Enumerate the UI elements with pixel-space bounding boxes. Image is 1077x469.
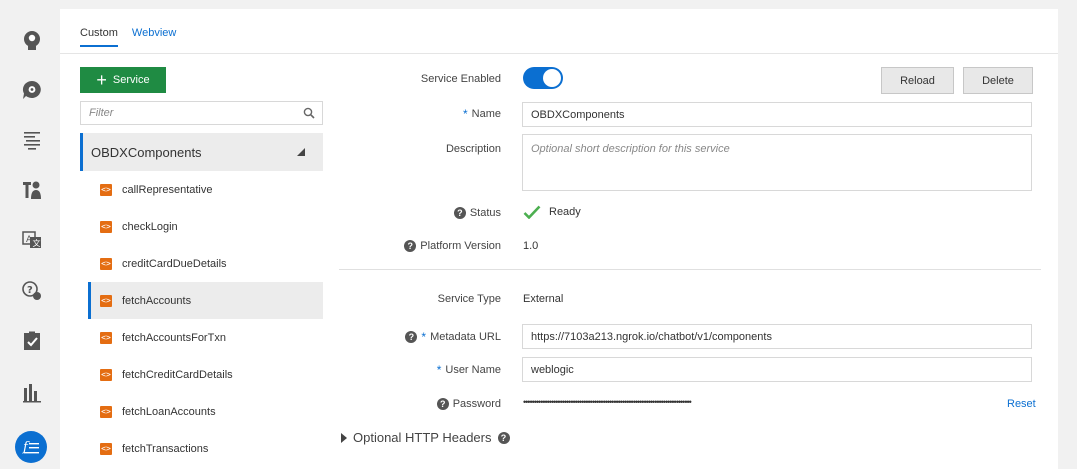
code-icon: <> [100, 220, 112, 233]
service-type-label: Service Type [438, 293, 501, 305]
search-icon[interactable] [303, 107, 315, 119]
status-value: Ready [523, 205, 581, 219]
optional-headers-label: Optional HTTP Headers [353, 430, 492, 445]
help-icon[interactable]: ? [436, 398, 449, 410]
tab-webview[interactable]: Webview [132, 27, 176, 47]
required-asterisk: * [436, 363, 442, 377]
platform-version-label-text: Platform Version [420, 240, 501, 252]
list-item[interactable]: <> fetchLoanAccounts [88, 393, 323, 430]
name-label-text: Name [471, 108, 501, 120]
optional-headers-toggle[interactable]: Optional HTTP Headers ? [341, 430, 510, 445]
password-mask: ••••••••••••••••••••••••••••••••••••••••… [523, 397, 692, 407]
user-name-label-text: User Name [445, 364, 501, 376]
tab-custom[interactable]: Custom [80, 27, 118, 47]
service-type-label-text: Service Type [437, 293, 501, 305]
expand-caret-icon [341, 432, 347, 443]
description-label-text: Description [445, 143, 501, 155]
robot-head-icon[interactable] [20, 28, 44, 52]
component-name: fetchCreditCardDetails [122, 368, 233, 381]
list-item-selected[interactable]: <> fetchAccounts [88, 282, 323, 319]
name-field[interactable] [522, 102, 1032, 127]
reload-button[interactable]: Reload [881, 67, 954, 94]
required-asterisk: * [462, 107, 468, 121]
code-icon: <> [100, 368, 112, 381]
password-label: ? Password [436, 398, 501, 410]
svg-text:?: ? [27, 285, 33, 296]
list-item[interactable]: <> fetchAccountsForTxn [88, 319, 323, 356]
reset-password-link[interactable]: Reset [1007, 398, 1036, 410]
help-icon[interactable]: ? [405, 331, 418, 343]
delete-button[interactable]: Delete [963, 67, 1033, 94]
left-nav-rail: A文 ? f [0, 0, 60, 469]
list-item[interactable]: <> fetchTransactions [88, 430, 323, 467]
collapse-triangle-icon[interactable] [297, 148, 305, 156]
list-item[interactable]: <> checkLogin [88, 208, 323, 245]
platform-version-value: 1.0 [523, 240, 539, 252]
status-text: Ready [549, 206, 581, 218]
tab-bar: Custom Webview [80, 27, 176, 47]
component-list: <> callRepresentative <> checkLogin <> cred… [88, 171, 323, 467]
description-field[interactable] [522, 134, 1032, 191]
chat-gear-icon[interactable] [20, 78, 44, 102]
required-asterisk: * [421, 330, 427, 344]
add-service-button[interactable]: + Service [80, 67, 166, 93]
code-icon: <> [100, 405, 112, 418]
tab-divider [60, 53, 1058, 54]
name-label: * Name [463, 107, 501, 121]
filter-input[interactable] [81, 102, 322, 124]
code-icon: <> [100, 442, 112, 455]
bar-chart-icon[interactable] [20, 381, 44, 405]
status-label-text: Status [469, 207, 501, 219]
service-group-name: OBDXComponents [91, 144, 202, 160]
add-service-label: Service [112, 74, 150, 86]
checklist-icon[interactable] [20, 329, 44, 353]
function-icon[interactable]: f [15, 431, 47, 463]
services-panel: Custom Webview + Service OBDXComponents … [60, 9, 1058, 469]
platform-version-label: ? Platform Version [404, 240, 501, 252]
component-name: fetchAccounts [122, 294, 192, 307]
service-enabled-text: Service Enabled [420, 73, 501, 85]
list-item[interactable]: <> creditCardDueDetails [88, 245, 323, 282]
code-icon: <> [100, 294, 112, 307]
component-name: checkLogin [122, 220, 178, 233]
component-name: fetchTransactions [122, 442, 209, 455]
plus-icon: + [96, 70, 107, 90]
service-group-header[interactable]: OBDXComponents [80, 133, 323, 171]
section-divider [339, 269, 1041, 270]
help-icon[interactable]: ? [497, 431, 510, 444]
service-type-value: External [523, 293, 564, 305]
user-name-field[interactable] [522, 357, 1032, 382]
metadata-url-label-text: Metadata URL [430, 331, 501, 343]
question-search-icon[interactable]: ? [20, 279, 44, 303]
metadata-url-field[interactable] [522, 324, 1032, 349]
check-icon [523, 205, 541, 219]
svg-text:文: 文 [33, 238, 41, 248]
code-icon: <> [100, 331, 112, 344]
component-name: fetchAccountsForTxn [122, 331, 226, 344]
toggle-knob [543, 69, 561, 87]
list-icon[interactable] [20, 128, 44, 152]
metadata-url-label: ? * Metadata URL [405, 330, 501, 344]
status-label: ? Status [453, 207, 501, 219]
user-name-label: * User Name [437, 363, 501, 377]
filter-box [80, 101, 323, 125]
tools-icon[interactable] [20, 177, 44, 201]
code-icon: <> [100, 257, 112, 270]
service-enabled-label: Service Enabled [421, 73, 501, 85]
list-item[interactable]: <> fetchCreditCardDetails [88, 356, 323, 393]
code-icon: <> [100, 183, 112, 196]
list-item[interactable]: <> callRepresentative [88, 171, 323, 208]
service-enabled-toggle[interactable] [523, 67, 563, 89]
component-name: fetchLoanAccounts [122, 405, 216, 418]
component-name: creditCardDueDetails [122, 257, 227, 270]
component-name: callRepresentative [122, 183, 213, 196]
help-icon[interactable]: ? [404, 240, 417, 252]
description-label: Description [446, 143, 501, 155]
password-label-text: Password [452, 398, 501, 410]
translate-icon[interactable]: A文 [20, 228, 44, 252]
help-icon[interactable]: ? [453, 207, 466, 219]
